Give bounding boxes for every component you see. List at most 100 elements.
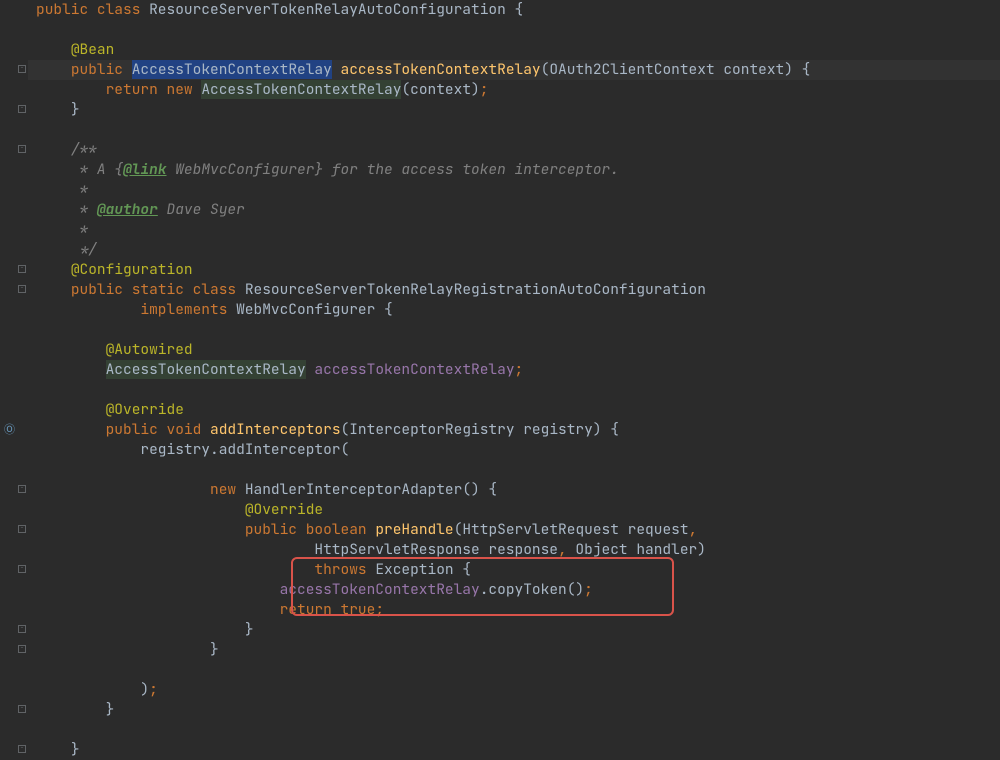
fold-icon[interactable]: − <box>18 145 26 153</box>
token: ) <box>140 680 149 699</box>
code-content[interactable]: public class ResourceServerTokenRelayAut… <box>28 0 1000 756</box>
code-line[interactable] <box>28 320 1000 340</box>
token: class <box>193 280 245 299</box>
token: addInterceptors <box>210 420 341 439</box>
code-line[interactable]: /** <box>28 140 1000 160</box>
fold-icon[interactable]: − <box>18 705 26 713</box>
token: WebMvcConfigurer <box>167 160 315 179</box>
token: ; <box>584 580 593 599</box>
token: * <box>71 220 88 239</box>
code-line[interactable]: new HandlerInterceptorAdapter() { <box>28 480 1000 500</box>
token: (InterceptorRegistry registry) { <box>341 420 619 439</box>
token: */ <box>71 240 97 259</box>
token: Dave Syer <box>158 200 245 219</box>
code-line[interactable]: @Configuration <box>28 260 1000 280</box>
token: accessTokenContextRelay <box>341 60 541 79</box>
code-line[interactable]: accessTokenContextRelay.copyToken(); <box>28 580 1000 600</box>
token: ; <box>515 360 524 379</box>
token: return <box>106 80 167 99</box>
token: } <box>71 100 80 119</box>
code-line[interactable]: registry.addInterceptor( <box>28 440 1000 460</box>
token: ; <box>375 600 384 619</box>
token: accessTokenContextRelay <box>280 580 480 599</box>
code-line[interactable]: @Override <box>28 500 1000 520</box>
token: static <box>132 280 193 299</box>
code-line[interactable]: public void addInterceptors(InterceptorR… <box>28 420 1000 440</box>
token: preHandle <box>375 520 453 539</box>
code-line[interactable]: } <box>28 640 1000 660</box>
token: Object handler) <box>567 540 706 559</box>
code-editor[interactable]: − − − − − Ⓞ − − − − − − − public class ResourceServe… <box>0 0 1000 756</box>
token: , <box>558 540 567 559</box>
code-line[interactable] <box>28 20 1000 40</box>
code-line[interactable]: public boolean preHandle(HttpServletRequ… <box>28 520 1000 540</box>
fold-icon[interactable]: − <box>18 265 26 273</box>
token: } for the access token interceptor. <box>314 160 619 179</box>
token: public <box>36 0 97 19</box>
token: @author <box>97 200 158 219</box>
code-line[interactable]: * <box>28 220 1000 240</box>
code-line[interactable]: * A {@link WebMvcConfigurer} for the acc… <box>28 160 1000 180</box>
code-line[interactable]: } <box>28 740 1000 760</box>
fold-icon[interactable]: − <box>18 565 26 573</box>
code-line[interactable] <box>28 660 1000 680</box>
token: * <box>71 200 97 219</box>
fold-icon[interactable]: − <box>18 745 26 753</box>
fold-icon[interactable]: − <box>18 625 26 633</box>
code-line[interactable]: public class ResourceServerTokenRelayAut… <box>28 0 1000 20</box>
code-line[interactable]: return new AccessTokenContextRelay(conte… <box>28 80 1000 100</box>
token: ; <box>149 680 158 699</box>
fold-icon[interactable]: − <box>18 285 26 293</box>
token: boolean <box>306 520 376 539</box>
code-line[interactable]: HttpServletResponse response, Object han… <box>28 540 1000 560</box>
code-line[interactable]: @Autowired <box>28 340 1000 360</box>
code-line[interactable]: * @author Dave Syer <box>28 200 1000 220</box>
token: } <box>210 640 219 659</box>
code-line[interactable] <box>28 380 1000 400</box>
override-gutter-icon[interactable]: Ⓞ <box>4 420 15 440</box>
code-line[interactable]: */ <box>28 240 1000 260</box>
fold-icon[interactable]: − <box>18 485 26 493</box>
token: @Configuration <box>71 260 193 279</box>
token: ResourceServerTokenRelayAutoConfiguratio… <box>149 0 523 19</box>
code-line[interactable] <box>28 720 1000 740</box>
code-line[interactable]: @Bean <box>28 40 1000 60</box>
fold-icon[interactable]: − <box>18 525 26 533</box>
token: AccessTokenContextRelay <box>132 60 332 79</box>
code-line[interactable] <box>28 460 1000 480</box>
code-line[interactable]: * <box>28 180 1000 200</box>
code-line[interactable]: AccessTokenContextRelay accessTokenConte… <box>28 360 1000 380</box>
fold-icon[interactable]: − <box>18 65 26 73</box>
token: HttpServletResponse response <box>314 540 558 559</box>
code-line[interactable]: } <box>28 620 1000 640</box>
token: * A { <box>71 160 123 179</box>
code-line[interactable]: return true; <box>28 600 1000 620</box>
token: new <box>167 80 202 99</box>
code-line[interactable]: public static class ResourceServerTokenR… <box>28 280 1000 300</box>
code-line[interactable]: @Override <box>28 400 1000 420</box>
token: registry.addInterceptor( <box>140 440 349 459</box>
code-line[interactable]: throws Exception { <box>28 560 1000 580</box>
fold-icon[interactable]: − <box>18 645 26 653</box>
token: @Autowired <box>106 340 193 359</box>
token: class <box>97 0 149 19</box>
fold-icon[interactable]: − <box>18 105 26 113</box>
token: @Override <box>245 500 323 519</box>
code-line[interactable]: public AccessTokenContextRelay accessTok… <box>28 60 1000 80</box>
code-line[interactable]: } <box>28 100 1000 120</box>
token: public <box>245 520 306 539</box>
code-line[interactable]: ); <box>28 680 1000 700</box>
token: WebMvcConfigurer { <box>236 300 393 319</box>
token: (HttpServletRequest request <box>454 520 689 539</box>
token: } <box>245 620 254 639</box>
editor-gutter[interactable]: − − − − − Ⓞ − − − − − − − <box>0 0 28 756</box>
token: return <box>280 600 341 619</box>
token: } <box>106 700 115 719</box>
token: new <box>210 480 245 499</box>
token: HandlerInterceptorAdapter() { <box>245 480 497 499</box>
token: @Override <box>106 400 184 419</box>
code-line[interactable] <box>28 120 1000 140</box>
code-line[interactable]: implements WebMvcConfigurer { <box>28 300 1000 320</box>
token: @Bean <box>71 40 115 59</box>
code-line[interactable]: } <box>28 700 1000 720</box>
